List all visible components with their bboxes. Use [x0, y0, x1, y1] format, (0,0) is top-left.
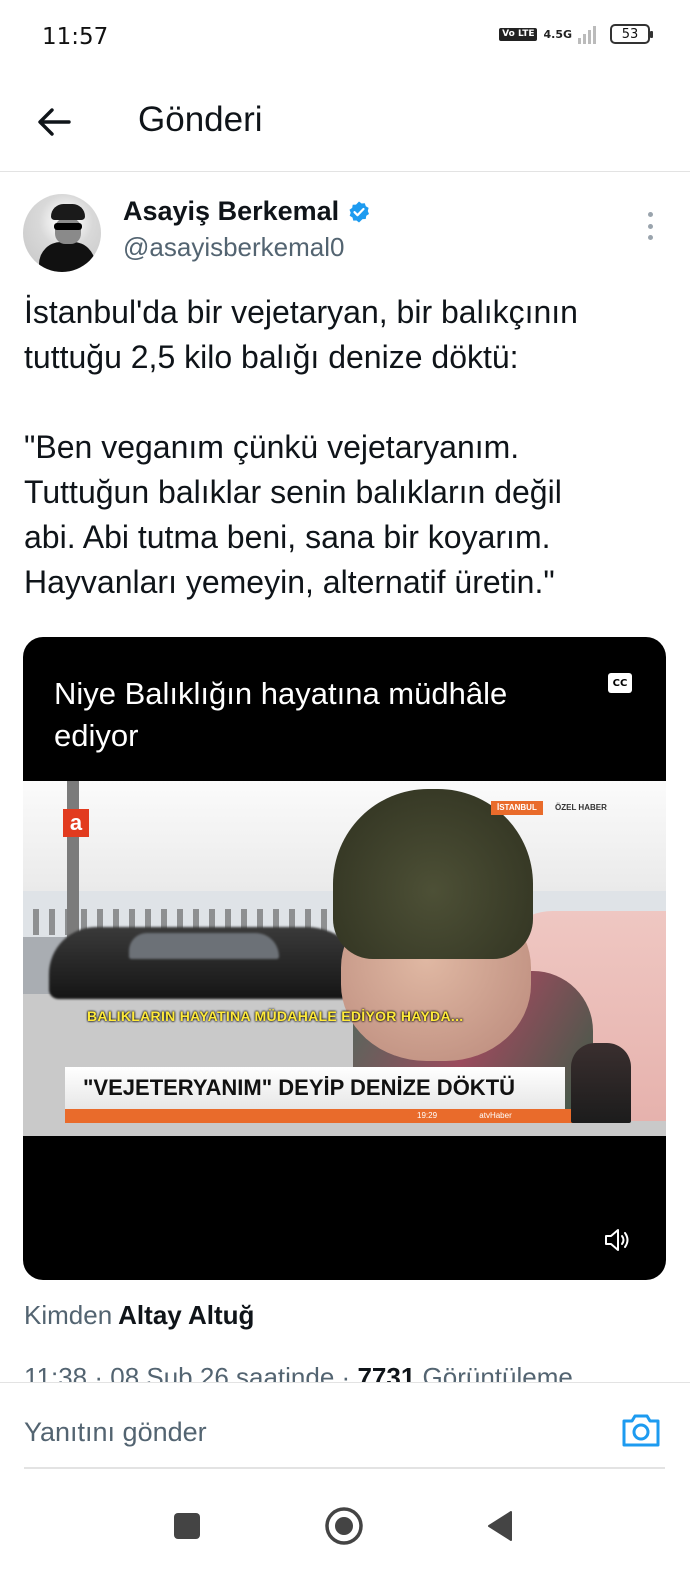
channel-logo: a	[63, 809, 89, 837]
status-time: 11:57	[42, 24, 109, 50]
source-prefix: Kimden	[24, 1300, 113, 1330]
home-button[interactable]	[322, 1504, 366, 1548]
back-button[interactable]	[30, 98, 78, 146]
source-attribution: Kimden Altay Altuğ	[24, 1300, 254, 1331]
tweet-line: Hayvanları yemeyin, alternatif üretin."	[24, 564, 555, 600]
frame-location-tag: İSTANBUL	[491, 801, 543, 815]
video-player[interactable]: Niye Balıklığın hayatına müdhâle ediyor …	[23, 637, 666, 1280]
tweet-meta: 11:38 · 08 Şub 26 saatinde · 7731 Görünt…	[0, 1362, 690, 1382]
video-caption: Niye Balıklığın hayatına müdhâle ediyor	[54, 676, 508, 753]
tweet-timestamp: 11:38 · 08 Şub 26 saatinde ·	[24, 1362, 351, 1382]
frame-subtitle: BALIKLARIN HAYATINA MÜDAHALE EDİYOR HAYD…	[87, 1008, 464, 1024]
tweet-line: abi. Abi tutma beni, sana bir koyarım.	[24, 519, 551, 555]
tweet-line: tuttuğu 2,5 kilo balığı denize döktü:	[24, 339, 519, 375]
tweet-text: İstanbul'da bir vejetaryan, bir balıkçın…	[24, 290, 664, 605]
status-icons: Vo LTE 4.5G 53	[499, 24, 653, 44]
circle-icon	[325, 1507, 363, 1545]
arrow-left-icon	[38, 108, 71, 136]
frame-strip: 19:29 atvHaber	[65, 1109, 605, 1123]
status-bar: 11:57 Vo LTE 4.5G 53	[0, 0, 690, 76]
frame-strip-time: 19:29	[417, 1111, 438, 1120]
author-handle[interactable]: @asayisberkemal0	[123, 232, 344, 263]
verified-badge-icon	[349, 201, 370, 222]
frame-strip-channel: atvHaber	[479, 1111, 512, 1120]
triangle-back-icon	[488, 1511, 512, 1541]
network-type-label: 4.5G	[543, 27, 572, 41]
camera-icon[interactable]	[620, 1411, 662, 1449]
battery-level: 53	[621, 26, 639, 42]
video-frame[interactable]: a İSTANBUL ÖZEL HABER BALIKLARIN HAYATIN…	[23, 781, 666, 1136]
signal-strength-icon	[578, 24, 596, 44]
tweet-line-break	[24, 380, 664, 425]
author-name[interactable]: Asayiş Berkemal	[123, 196, 371, 227]
views-label: Görüntüleme	[422, 1362, 573, 1382]
back-nav-button[interactable]	[478, 1504, 522, 1548]
author-name-text: Asayiş Berkemal	[123, 196, 340, 226]
top-header: Gönderi	[0, 76, 690, 172]
page-title: Gönderi	[138, 100, 263, 139]
frame-exclusive-tag: ÖZEL HABER	[555, 803, 607, 812]
sign-language-interpreter	[571, 1043, 631, 1123]
system-navigation-bar	[0, 1478, 690, 1572]
volume-muted-icon[interactable]	[603, 1227, 633, 1253]
reply-input[interactable]	[24, 1413, 584, 1451]
tweet-line: "Ben veganım çünkü vejetaryanım.	[24, 429, 520, 465]
tweet-line: Tuttuğun balıklar senin balıkların değil	[24, 474, 562, 510]
reply-bar	[0, 1382, 690, 1478]
source-name[interactable]: Altay Altuğ	[118, 1300, 254, 1330]
recents-button[interactable]	[165, 1504, 209, 1548]
views-count: 7731	[357, 1362, 416, 1382]
reply-divider	[24, 1467, 665, 1469]
frame-lower-third: "VEJETERYANIM" DEYİP DENİZE DÖKTÜ	[65, 1067, 565, 1109]
more-options-icon[interactable]	[640, 208, 660, 244]
avatar[interactable]	[23, 194, 101, 272]
volte-icon: Vo LTE	[499, 27, 538, 41]
closed-captions-button[interactable]: CC	[608, 673, 632, 693]
tweet-line: İstanbul'da bir vejetaryan, bir balıkçın…	[24, 294, 578, 330]
battery-icon: 53	[610, 24, 653, 44]
square-icon	[174, 1513, 200, 1539]
